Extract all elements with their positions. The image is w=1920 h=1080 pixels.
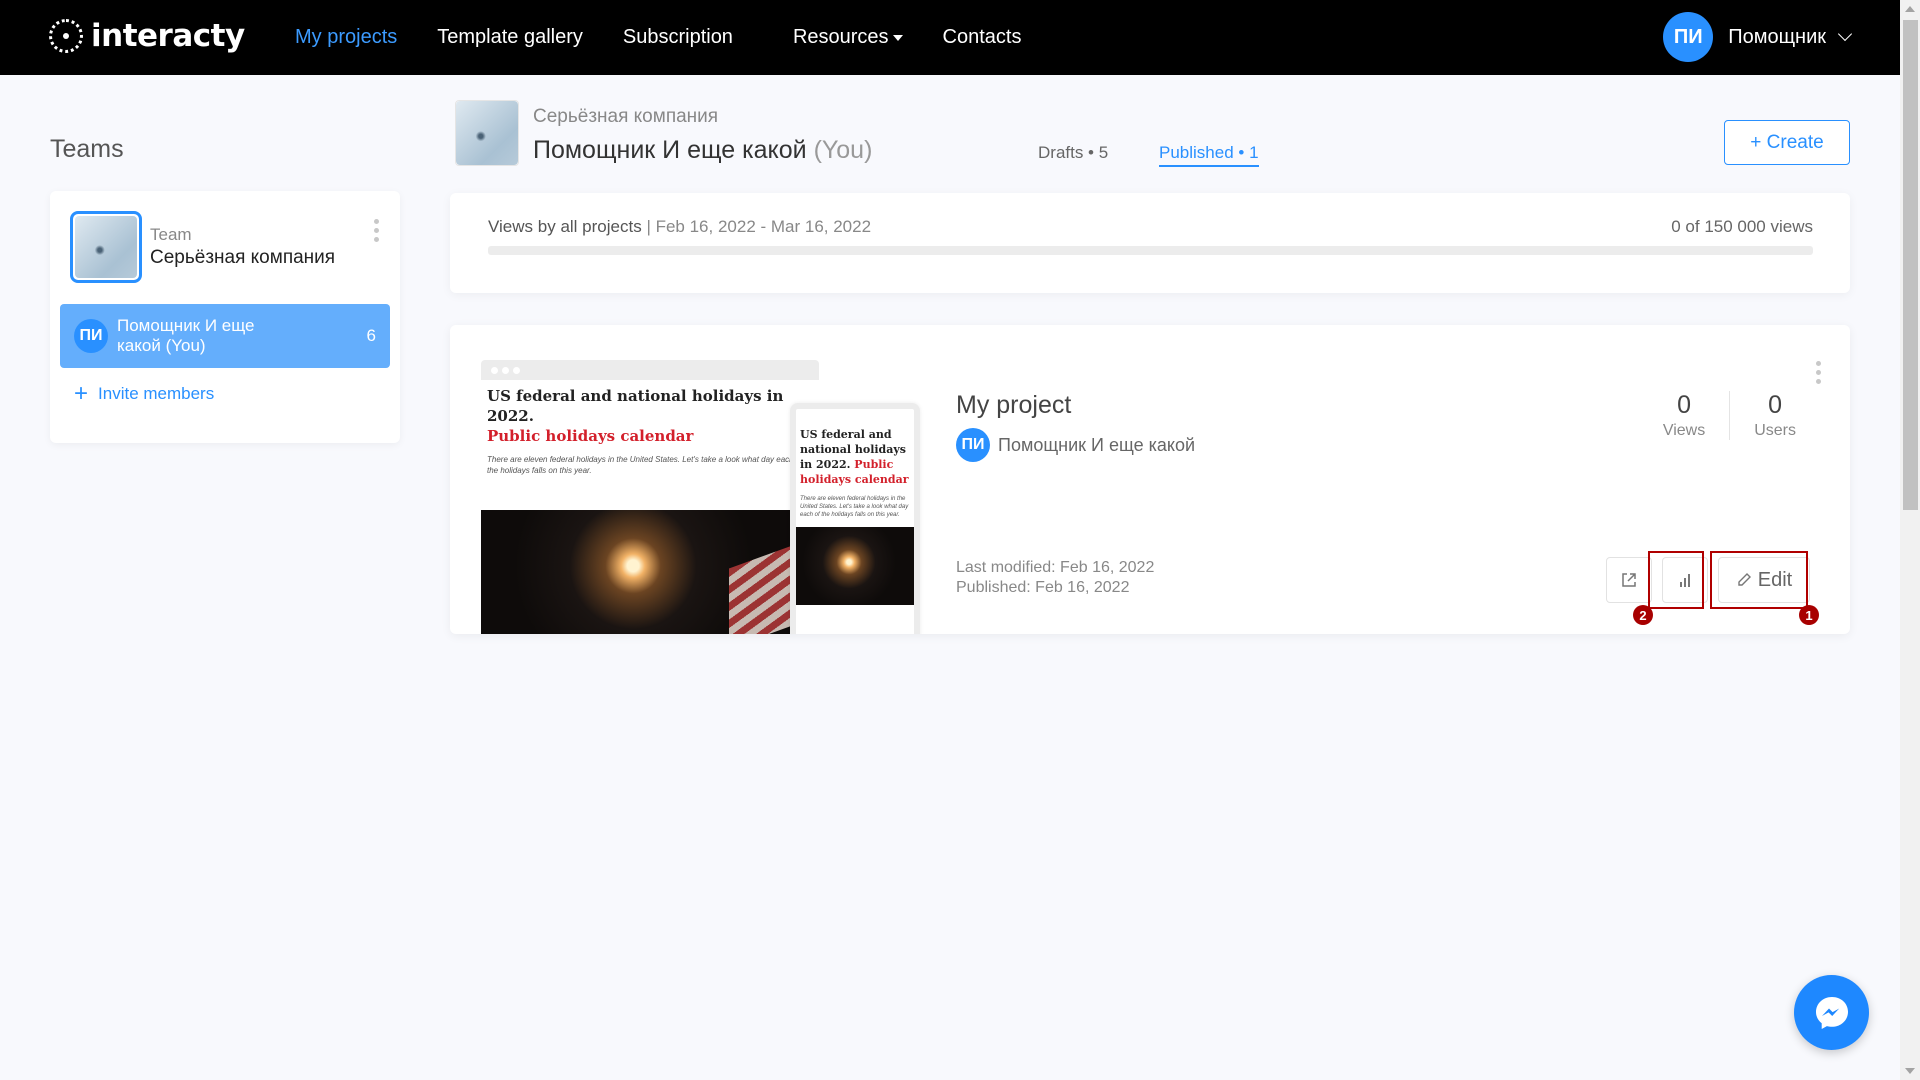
user-menu[interactable]: ПИ Помощник [1663, 12, 1853, 62]
workspace-owner-name: Помощник И еще какой (You) [533, 136, 872, 165]
team-options-kebab-icon[interactable] [374, 219, 379, 242]
mobile-preview-text: There are eleven federal holidays in the… [800, 496, 909, 518]
views-count: 0 of 150 000 views [1671, 217, 1813, 236]
edit-label: Edit [1757, 568, 1793, 591]
project-options-kebab-icon[interactable] [1816, 361, 1821, 384]
project-stats: 0 Views 0 Users [1639, 391, 1820, 440]
open-external-button[interactable] [1606, 557, 1652, 603]
main-nav: My projects Template gallery Subscriptio… [295, 0, 1061, 75]
invite-members-label: Invite members [98, 384, 215, 403]
statistics-button[interactable] [1662, 557, 1708, 603]
nav-resources[interactable]: Resources [793, 26, 903, 49]
page-scrollbar[interactable] [1900, 0, 1920, 1080]
stat-users-label: Users [1754, 422, 1796, 439]
project-dates: Last modified: Feb 16, 2022 Published: F… [956, 558, 1154, 598]
external-link-icon [1622, 573, 1636, 587]
views-summary-card: Views by all projects | Feb 16, 2022 - M… [450, 193, 1850, 293]
nav-contacts[interactable]: Contacts [943, 26, 1022, 49]
project-title[interactable]: My project [956, 391, 1071, 420]
member-name: Помощник И еще какой (You) [117, 316, 255, 355]
invite-members-link[interactable]: + Invite members [74, 382, 214, 406]
views-title: Views by all projects [488, 217, 642, 236]
user-name: Помощник [1728, 25, 1826, 48]
plus-icon: + [74, 380, 89, 407]
logo-icon [49, 19, 83, 53]
member-project-count: 6 [366, 326, 376, 345]
chevron-down-icon [1837, 26, 1853, 42]
project-card: US federal and national holidays in 2022… [450, 325, 1850, 634]
teams-panel: Team Серьёзная компания ПИ Помощник И ещ… [50, 191, 400, 443]
team-label: Team [150, 225, 192, 244]
edit-button[interactable]: Edit [1718, 557, 1810, 603]
scroll-up-arrow-icon[interactable] [1905, 6, 1915, 12]
views-date-range: | Feb 16, 2022 - Mar 16, 2022 [646, 217, 872, 236]
project-preview-mobile[interactable]: US federal and national holidays in 2022… [790, 403, 920, 634]
teams-heading: Teams [50, 135, 124, 163]
stat-users-value: 0 [1768, 391, 1783, 419]
stat-views-value: 0 [1677, 391, 1691, 419]
team-member-item[interactable]: ПИ Помощник И еще какой (You) 6 [60, 304, 390, 368]
mobile-preview-title: US federal and national holidays in 2022… [796, 409, 914, 487]
stat-users: 0 Users [1729, 391, 1820, 440]
messenger-icon [1815, 996, 1848, 1029]
workspace-avatar [455, 100, 519, 166]
scroll-down-arrow-icon[interactable] [1905, 1068, 1915, 1074]
annotation-badge-2: 2 [1633, 605, 1653, 625]
workspace-owner-label: Помощник И еще какой [533, 136, 807, 164]
preview-image-sparkler [481, 510, 819, 634]
stat-views: 0 Views [1639, 391, 1729, 440]
preview-text: There are eleven federal holidays in the… [487, 455, 803, 475]
mobile-preview-image [796, 527, 914, 605]
bar-chart-icon [1680, 574, 1690, 587]
browser-dots-icon [481, 360, 819, 380]
owner-avatar: ПИ [956, 428, 990, 462]
owner-name: Помощник И еще какой [998, 434, 1196, 455]
annotation-badge-1: 1 [1799, 605, 1819, 625]
messenger-chat-button[interactable] [1794, 975, 1869, 1050]
published-date: Published: Feb 16, 2022 [956, 579, 1130, 596]
tab-published[interactable]: Published • 1 [1159, 143, 1259, 167]
you-suffix: (You) [813, 136, 873, 164]
stat-views-label: Views [1662, 422, 1706, 439]
workspace-org-name: Серьёзная компания [533, 106, 719, 127]
project-preview-desktop[interactable]: US federal and national holidays in 2022… [481, 360, 819, 634]
team-header[interactable]: Team Серьёзная компания [70, 211, 335, 283]
team-name: Серьёзная компания [150, 247, 336, 268]
pencil-icon [1738, 573, 1751, 586]
nav-my-projects[interactable]: My projects [295, 26, 397, 49]
nav-resources-label: Resources [792, 26, 889, 48]
logo-text: interacty [91, 18, 245, 54]
create-button[interactable]: + Create [1724, 120, 1850, 165]
scrollbar-thumb[interactable] [1903, 20, 1918, 510]
views-label: Views by all projects | Feb 16, 2022 - M… [488, 217, 871, 237]
team-avatar [70, 211, 142, 283]
preview-subtitle: Public holidays calendar [487, 427, 694, 445]
project-actions: Edit [1606, 557, 1810, 603]
caret-down-icon [892, 34, 903, 41]
top-navigation-bar: interacty My projects Template gallery S… [0, 0, 1900, 75]
preview-title: US federal and national holidays in 2022… [487, 387, 784, 425]
member-avatar: ПИ [74, 319, 108, 353]
nav-template-gallery[interactable]: Template gallery [437, 26, 583, 49]
tab-drafts[interactable]: Drafts • 5 [1038, 143, 1108, 163]
logo[interactable]: interacty [49, 18, 245, 54]
views-progress-bar [488, 246, 1813, 255]
project-owner: ПИ Помощник И еще какой [956, 428, 1195, 462]
nav-subscription[interactable]: Subscription [623, 26, 733, 49]
last-modified: Last modified: Feb 16, 2022 [956, 559, 1155, 576]
user-avatar: ПИ [1663, 12, 1714, 62]
